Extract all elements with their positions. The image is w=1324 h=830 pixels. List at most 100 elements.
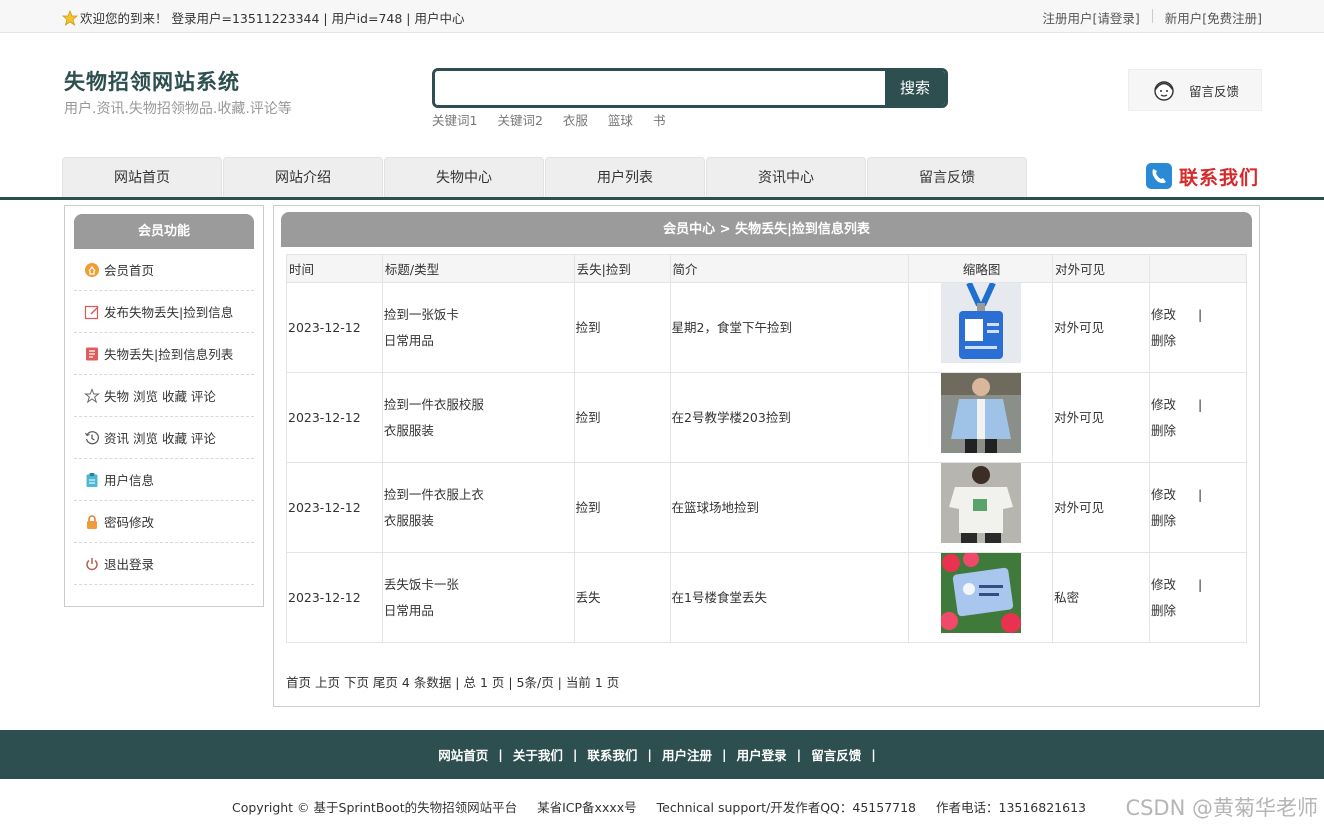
feedback-button[interactable]: 留言反馈 (1128, 69, 1262, 111)
sidebar-item-logout[interactable]: 退出登录 (74, 543, 254, 585)
sidebar-item-password[interactable]: 密码修改 (74, 501, 254, 543)
col-header-visibility: 对外可见 (1052, 254, 1150, 283)
action-divider: | (1197, 486, 1203, 502)
table-header-row: 时间 标题/类型 丢失|捡到 简介 缩略图 对外可见 (286, 254, 1248, 283)
nav-tab-users[interactable]: 用户列表 (545, 157, 705, 197)
hot-keyword[interactable]: 关键词2 (497, 110, 542, 129)
sidebar-menu: 会员首页 发布失物丢失|捡到信息 失物丢失|捡到信息列表 失物 浏览 收藏 评论… (74, 249, 254, 585)
search-button[interactable]: 搜索 (885, 71, 945, 105)
main-nav: 网站首页 网站介绍 失物中心 用户列表 资讯中心 留言反馈 (62, 157, 1028, 197)
cell-thumb (908, 551, 1054, 643)
sidebar-item-list[interactable]: 失物丢失|捡到信息列表 (74, 333, 254, 375)
cell-thumb (908, 462, 1054, 553)
feedback-label: 留言反馈 (1189, 83, 1240, 99)
delete-link[interactable]: 删除 (1151, 418, 1176, 444)
sidebar-item-member-home[interactable]: 会员首页 (74, 249, 254, 291)
card-flowers-photo[interactable] (940, 551, 1022, 633)
signup-link[interactable]: [免费注册] (1202, 8, 1262, 27)
hot-keyword[interactable]: 篮球 (608, 110, 633, 129)
account-links: 注册用户 [请登录] 新用户 [免费注册] (1042, 8, 1262, 27)
pagination[interactable]: 首页 上页 下页 尾页 4 条数据 | 总 1 页 | 5条/页 | 当前 1 … (286, 672, 619, 691)
star-outline-icon (84, 387, 100, 403)
tshirt-photo[interactable] (941, 463, 1022, 543)
col-header-actions (1148, 254, 1248, 283)
cell-kind: 捡到 (573, 462, 671, 553)
search-box: 搜索 (432, 68, 948, 108)
action-divider: | (1197, 576, 1203, 592)
sidebar-item-label: 会员首页 (104, 263, 155, 278)
nav-tab-feedback[interactable]: 留言反馈 (867, 157, 1027, 197)
sidebar-item-user-info[interactable]: 用户信息 (74, 459, 254, 501)
list-icon (86, 347, 98, 360)
edit-link[interactable]: 修改 (1151, 482, 1176, 508)
nav-underline (0, 197, 1324, 200)
cell-title: 丢失饭卡一张 日常用品 (381, 552, 575, 643)
site-subtitle: 用户.资讯.失物招领物品.收藏.评论等 (64, 101, 292, 117)
footer-link-register[interactable]: 用户注册 (662, 745, 712, 764)
edit-link[interactable]: 修改 (1151, 392, 1176, 418)
sidebar-item-label: 密码修改 (104, 515, 155, 530)
sidebar-title: 会员功能 (74, 214, 254, 249)
delete-link[interactable]: 删除 (1151, 508, 1176, 534)
cell-thumb (908, 372, 1054, 463)
edit-icon (84, 305, 99, 319)
star-icon (62, 9, 78, 26)
id-card-photo[interactable] (941, 281, 1022, 363)
cell-actions: 修改 | 删除 (1148, 282, 1248, 373)
nav-tab-lost-center[interactable]: 失物中心 (384, 157, 544, 197)
phone-icon (1146, 163, 1172, 189)
lost-found-table: 时间 标题/类型 丢失|捡到 简介 缩略图 对外可见 2023-12-12 捡到… (286, 254, 1248, 643)
nav-tab-about[interactable]: 网站介绍 (223, 157, 383, 197)
jacket-photo[interactable] (941, 373, 1022, 453)
contact-us-link[interactable]: 联系我们 (1145, 162, 1259, 190)
hot-keyword[interactable]: 关键词1 (432, 110, 477, 129)
sidebar-item-label: 退出登录 (104, 557, 155, 572)
cell-title: 捡到一张饭卡 日常用品 (381, 282, 575, 373)
sidebar-item-news-activity[interactable]: 资讯 浏览 收藏 评论 (74, 417, 254, 459)
col-header-title: 标题/类型 (381, 254, 575, 283)
hot-keyword[interactable]: 衣服 (563, 110, 588, 129)
newuser-prefix: 新用户 (1164, 11, 1203, 26)
sidebar-item-label: 失物 浏览 收藏 评论 (104, 389, 216, 404)
cell-thumb (908, 281, 1054, 373)
action-divider: | (1197, 306, 1203, 322)
nav-tab-news[interactable]: 资讯中心 (706, 157, 866, 197)
cell-kind: 捡到 (573, 372, 671, 463)
login-link[interactable]: [请登录] (1092, 8, 1139, 27)
main-panel: 会员中心 > 失物丢失|捡到信息列表 时间 标题/类型 丢失|捡到 简介 缩略图… (273, 205, 1260, 707)
edit-link[interactable]: 修改 (1151, 302, 1176, 328)
icp-text: 某省ICP备xxxx号 (537, 800, 637, 815)
sidebar-item-lost-activity[interactable]: 失物 浏览 收藏 评论 (74, 375, 254, 417)
watermark: CSDN @黄菊华老师 (1125, 796, 1318, 820)
nav-tab-home[interactable]: 网站首页 (62, 157, 222, 197)
item-title: 捡到一件衣服上衣 (383, 486, 484, 502)
cell-time: 2023-12-12 (286, 372, 383, 463)
sidebar-item-label: 资讯 浏览 收藏 评论 (104, 431, 216, 446)
item-category: 衣服服装 (383, 512, 434, 528)
cell-actions: 修改 | 删除 (1148, 372, 1248, 463)
delete-link[interactable]: 删除 (1151, 598, 1176, 624)
hot-keyword[interactable]: 书 (653, 110, 666, 129)
footer-link-login[interactable]: 用户登录 (737, 745, 787, 764)
footer-link-feedback[interactable]: 留言反馈 (811, 745, 861, 764)
item-category: 日常用品 (383, 602, 434, 618)
edit-link[interactable]: 修改 (1151, 572, 1176, 598)
power-icon (86, 557, 98, 570)
support-text: Technical support/开发作者QQ：45157718 (656, 800, 917, 815)
cell-kind: 丢失 (573, 552, 671, 643)
cell-kind: 捡到 (573, 282, 671, 373)
cell-intro: 在1号楼食堂丢失 (669, 552, 910, 643)
footer-link-contact[interactable]: 联系我们 (587, 745, 637, 764)
footer-link-home[interactable]: 网站首页 (438, 745, 488, 764)
cell-time: 2023-12-12 (286, 282, 383, 373)
footer-link-about[interactable]: 关于我们 (513, 745, 563, 764)
table-row: 2023-12-12 捡到一件衣服上衣 衣服服装 捡到 在篮球场地捡到 对外可见… (286, 462, 1248, 553)
search-input[interactable] (435, 71, 887, 105)
sidebar-item-publish[interactable]: 发布失物丢失|捡到信息 (74, 291, 254, 333)
footer-links: 网站首页 | 关于我们 | 联系我们 | 用户注册 | 用户登录 | 留言反馈 | (0, 730, 1324, 779)
sidebar-item-label: 用户信息 (104, 473, 155, 488)
register-prefix: 注册用户 (1042, 11, 1093, 26)
delete-link[interactable]: 删除 (1151, 328, 1176, 354)
item-category: 衣服服装 (383, 422, 434, 438)
home-coin-icon (85, 262, 99, 277)
